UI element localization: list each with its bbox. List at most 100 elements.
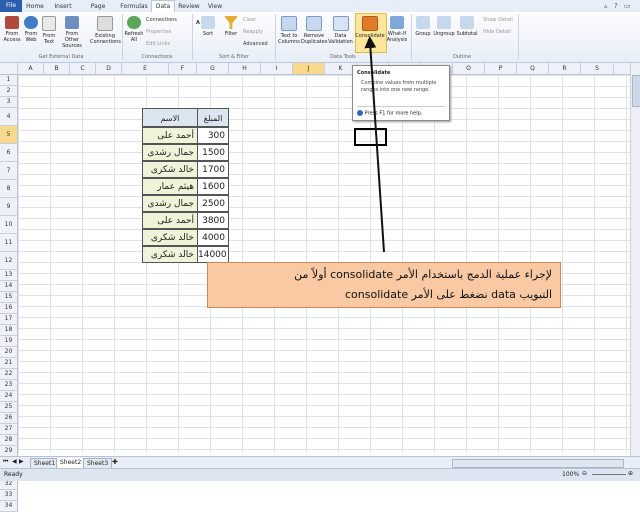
row-header-28[interactable]: 28 [0, 435, 18, 446]
tab-view[interactable]: View [204, 1, 226, 12]
vertical-scrollbar[interactable] [630, 63, 640, 456]
connections-button[interactable]: Connections [146, 17, 177, 23]
from-other-sources-button[interactable]: From Other Sources [58, 16, 86, 49]
row-header-2[interactable]: 2 [0, 86, 18, 97]
row-header-1[interactable]: 1 [0, 75, 18, 86]
help-icon[interactable]: ? [614, 2, 618, 10]
tab-file[interactable]: File [0, 0, 22, 12]
subtotal-button[interactable]: Subtotal [455, 16, 479, 37]
tab-insert[interactable]: Insert [50, 1, 76, 12]
reapply-button[interactable]: Reapply [243, 29, 263, 35]
row-header-21[interactable]: 21 [0, 358, 18, 369]
tab-review[interactable]: Review [176, 1, 202, 12]
what-if-analysis-button[interactable]: What-If Analysis [386, 16, 408, 43]
row-header-19[interactable]: 19 [0, 336, 18, 347]
row-header-15[interactable]: 15 [0, 292, 18, 303]
insert-sheet-icon[interactable]: ✚ [112, 458, 118, 466]
column-header-s[interactable]: S [581, 63, 614, 74]
row-header-16[interactable]: 16 [0, 303, 18, 314]
column-header-a[interactable]: A [18, 63, 44, 74]
column-header-d[interactable]: D [96, 63, 122, 74]
remove-duplicates-button[interactable]: Remove Duplicates [301, 16, 327, 45]
row-header-20[interactable]: 20 [0, 347, 18, 358]
row-header-25[interactable]: 25 [0, 402, 18, 413]
ungroup-button[interactable]: Ungroup [433, 16, 455, 37]
row-header-24[interactable]: 24 [0, 391, 18, 402]
row-header-33[interactable]: 33 [0, 490, 18, 501]
filter-button[interactable]: Filter [222, 16, 240, 37]
tab-home[interactable]: Home [24, 1, 46, 12]
amount-cell[interactable]: 3800 [197, 212, 229, 229]
zoom-out-icon[interactable]: ⊖ [582, 470, 587, 477]
amount-cell[interactable]: 4000 [197, 229, 229, 246]
row-header-34[interactable]: 34 [0, 501, 18, 512]
row-header-8[interactable]: 8 [0, 180, 18, 198]
row-header-6[interactable]: 6 [0, 144, 18, 162]
sheet-nav-next-icon[interactable]: ▶ [19, 458, 24, 465]
name-cell[interactable]: أحمد على [142, 127, 198, 144]
row-header-5[interactable]: 5 [0, 126, 18, 144]
column-header-e[interactable]: E [122, 63, 169, 74]
existing-connections-button[interactable]: Existing Connections [90, 16, 121, 45]
row-header-26[interactable]: 26 [0, 413, 18, 424]
group-button[interactable]: Group [413, 16, 433, 37]
name-cell[interactable]: خالد شكرى [142, 161, 198, 178]
row-header-27[interactable]: 27 [0, 424, 18, 435]
select-all-corner[interactable] [0, 63, 18, 74]
row-header-18[interactable]: 18 [0, 325, 18, 336]
clear-button[interactable]: Clear [243, 17, 256, 23]
amount-cell[interactable]: 1700 [197, 161, 229, 178]
horizontal-scrollbar[interactable] [452, 459, 624, 468]
name-cell[interactable]: أحمد على [142, 212, 198, 229]
name-cell[interactable]: جمال رشدى [142, 195, 198, 212]
show-detail-button[interactable]: Show Detail [483, 17, 513, 23]
name-cell[interactable]: خالد شكرى [142, 246, 198, 263]
row-header-13[interactable]: 13 [0, 270, 18, 281]
sheet-nav-first-icon[interactable]: ⏮ [3, 458, 8, 466]
row-header-4[interactable]: 4 [0, 108, 18, 126]
selected-cell-j5[interactable] [354, 128, 387, 146]
row-header-10[interactable]: 10 [0, 216, 18, 234]
refresh-all-button[interactable]: Refresh All [124, 16, 144, 43]
row-header-22[interactable]: 22 [0, 369, 18, 380]
column-header-f[interactable]: F [169, 63, 197, 74]
column-header-q[interactable]: Q [517, 63, 549, 74]
scroll-thumb[interactable] [632, 75, 640, 107]
amount-cell[interactable]: 1500 [197, 144, 229, 161]
sheet-nav-prev-icon[interactable]: ◀ [12, 458, 17, 465]
name-cell[interactable]: جمال رشدى [142, 144, 198, 161]
column-header-c[interactable]: C [70, 63, 96, 74]
row-header-12[interactable]: 12 [0, 252, 18, 270]
column-header-j[interactable]: J [293, 63, 325, 74]
zoom-in-icon[interactable]: ⊕ [628, 470, 633, 477]
amount-cell[interactable]: 1600 [197, 178, 229, 195]
zoom-slider[interactable] [592, 474, 626, 475]
row-header-3[interactable]: 3 [0, 97, 18, 108]
text-to-columns-button[interactable]: Text to Columns [277, 16, 301, 45]
column-header-r[interactable]: R [549, 63, 581, 74]
header-amount-cell[interactable]: المبلغ [197, 108, 229, 127]
from-web-button[interactable]: From Web [22, 16, 40, 43]
advanced-button[interactable]: Advanced [243, 41, 268, 47]
amount-cell[interactable]: 300 [197, 127, 229, 144]
row-header-11[interactable]: 11 [0, 234, 18, 252]
hide-detail-button[interactable]: Hide Detail [483, 29, 511, 35]
header-name-cell[interactable]: الاسم [142, 108, 198, 127]
row-header-14[interactable]: 14 [0, 281, 18, 292]
name-cell[interactable]: خالد شكرى [142, 229, 198, 246]
amount-cell[interactable]: 2500 [197, 195, 229, 212]
from-access-button[interactable]: From Access [2, 16, 22, 43]
amount-cell[interactable]: 14000 [197, 246, 229, 263]
row-header-9[interactable]: 9 [0, 198, 18, 216]
restore-icon[interactable]: ▭ [624, 2, 631, 10]
row-header-17[interactable]: 17 [0, 314, 18, 325]
minimize-ribbon-icon[interactable]: ▵ [604, 2, 608, 10]
column-header-b[interactable]: B [44, 63, 70, 74]
edit-links-button[interactable]: Edit Links [146, 41, 170, 47]
column-header-o[interactable]: O [453, 63, 485, 74]
column-header-g[interactable]: G [197, 63, 229, 74]
row-header-23[interactable]: 23 [0, 380, 18, 391]
properties-button[interactable]: Properties [146, 29, 171, 35]
consolidate-button[interactable]: Consolidate [355, 16, 385, 39]
tab-page-layout[interactable]: Page Layout [80, 1, 116, 21]
